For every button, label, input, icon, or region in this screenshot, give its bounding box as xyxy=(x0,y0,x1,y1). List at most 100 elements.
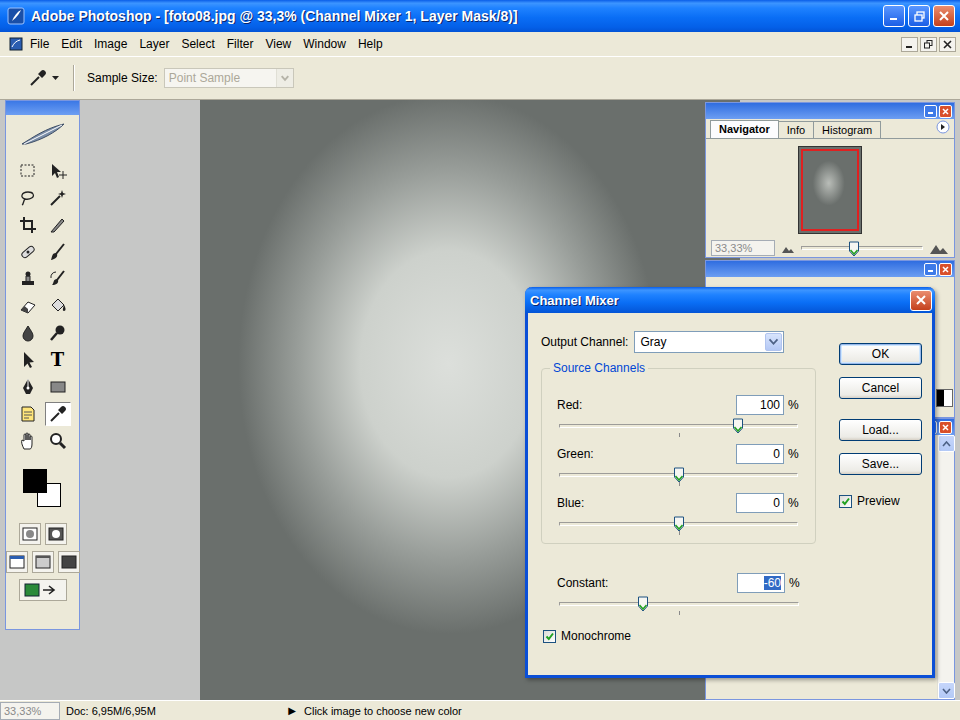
dialog-button[interactable]: Cancel xyxy=(839,377,922,399)
eraser-tool[interactable] xyxy=(15,294,41,318)
restore-button[interactable] xyxy=(908,5,930,27)
channel-value[interactable]: 100 xyxy=(760,398,780,412)
menu-item[interactable]: File xyxy=(24,35,55,53)
zoom-out-icon[interactable] xyxy=(781,242,795,254)
color-swatch[interactable] xyxy=(936,389,953,407)
path-selection-tool[interactable] xyxy=(15,348,41,372)
minimize-button[interactable] xyxy=(883,5,905,27)
palette-close-button[interactable] xyxy=(939,263,952,276)
full-screen-menu-button[interactable] xyxy=(32,551,54,573)
doc-restore-button[interactable] xyxy=(920,37,937,52)
zoom-tool[interactable] xyxy=(45,429,71,453)
type-tool[interactable]: T xyxy=(45,348,71,372)
menu-item[interactable]: Filter xyxy=(221,35,260,53)
preview-option[interactable]: Preview xyxy=(839,494,922,508)
brush-tool[interactable] xyxy=(45,240,71,264)
marquee-tool[interactable] xyxy=(15,159,41,183)
dialog-button[interactable]: Save... xyxy=(839,453,922,475)
palette-menu-icon[interactable] xyxy=(936,120,950,134)
menu-item[interactable]: Layer xyxy=(133,35,175,53)
standard-mode-button[interactable] xyxy=(19,523,41,545)
monochrome-option[interactable]: Monochrome xyxy=(543,629,816,643)
constant-slider[interactable] xyxy=(557,593,801,615)
monochrome-label[interactable]: Monochrome xyxy=(561,629,631,643)
doc-close-button[interactable] xyxy=(939,37,956,52)
menu-item[interactable]: Help xyxy=(352,35,389,53)
scroll-down-button[interactable] xyxy=(938,682,955,699)
palette-close-button[interactable] xyxy=(939,421,952,434)
hand-tool[interactable] xyxy=(15,429,41,453)
zoom-slider[interactable] xyxy=(801,241,923,255)
slider-thumb-icon[interactable] xyxy=(673,467,684,483)
palette-minimize-button[interactable] xyxy=(924,263,937,276)
navigator-thumbnail[interactable] xyxy=(798,146,862,234)
doc-minimize-button[interactable] xyxy=(901,37,918,52)
crop-tool[interactable] xyxy=(15,213,41,237)
move-tool[interactable] xyxy=(45,159,71,183)
close-button[interactable] xyxy=(933,5,955,27)
foreground-color-swatch[interactable] xyxy=(23,469,47,493)
dodge-tool[interactable] xyxy=(45,321,71,345)
channel-input[interactable]: 0 xyxy=(736,444,784,464)
output-channel-select[interactable]: Gray xyxy=(634,331,784,353)
dialog-close-button[interactable] xyxy=(910,290,932,311)
dialog-button[interactable]: Load... xyxy=(839,419,922,441)
zoom-slider-thumb-icon[interactable] xyxy=(848,241,859,257)
slider-thumb-icon[interactable] xyxy=(732,418,743,434)
channel-value[interactable]: 0 xyxy=(773,447,780,461)
slider-thumb-icon[interactable] xyxy=(673,516,684,532)
tool-preset-picker[interactable] xyxy=(26,66,61,90)
constant-value[interactable]: -60 xyxy=(764,576,781,590)
eyedropper-tool[interactable] xyxy=(45,402,71,426)
menu-item[interactable]: Select xyxy=(175,35,220,53)
adobe-logo[interactable] xyxy=(13,117,73,153)
lasso-icon xyxy=(18,188,38,208)
paint-bucket-tool[interactable] xyxy=(45,294,71,318)
channel-slider[interactable] xyxy=(557,513,800,535)
palette-minimize-button[interactable] xyxy=(924,105,937,118)
rectangle-tool[interactable] xyxy=(45,375,71,399)
quick-mask-button[interactable] xyxy=(45,523,67,545)
palette-tab[interactable]: Info xyxy=(778,121,814,138)
zoom-field[interactable]: 33,33% xyxy=(711,240,775,256)
lasso-tool[interactable] xyxy=(15,186,41,210)
channel-input[interactable]: 0 xyxy=(736,493,784,513)
hand-icon xyxy=(18,431,38,451)
view-box[interactable] xyxy=(801,149,859,231)
notes-tool[interactable] xyxy=(15,402,41,426)
sample-size-select[interactable]: Point Sample xyxy=(164,68,294,88)
magic-wand-tool[interactable] xyxy=(45,186,71,210)
healing-brush-tool[interactable] xyxy=(15,240,41,264)
full-screen-button[interactable] xyxy=(58,551,80,573)
channel-slider[interactable] xyxy=(557,464,800,486)
status-menu-arrow[interactable]: ▶ xyxy=(282,705,302,716)
menu-item[interactable]: View xyxy=(259,35,297,53)
slice-tool[interactable] xyxy=(45,213,71,237)
history-brush-tool[interactable] xyxy=(45,267,71,291)
channel-value[interactable]: 0 xyxy=(773,496,780,510)
dropdown-arrow-icon[interactable] xyxy=(765,333,782,351)
dialog-button[interactable]: OK xyxy=(839,343,922,365)
zoom-field[interactable]: 33,33% xyxy=(0,702,60,720)
monochrome-checkbox[interactable] xyxy=(543,630,556,643)
zoom-in-icon[interactable] xyxy=(929,241,949,255)
scrollbar[interactable] xyxy=(937,435,954,699)
palette-tab[interactable]: Navigator xyxy=(710,120,779,138)
palette-tab[interactable]: Histogram xyxy=(813,121,881,138)
preview-label[interactable]: Preview xyxy=(857,494,900,508)
blur-tool[interactable] xyxy=(15,321,41,345)
menu-item[interactable]: Edit xyxy=(55,35,88,53)
menu-item[interactable]: Window xyxy=(297,35,352,53)
constant-input[interactable]: -60 xyxy=(737,573,785,593)
menu-item[interactable]: Image xyxy=(88,35,133,53)
pen-tool[interactable] xyxy=(15,375,41,399)
slider-thumb-icon[interactable] xyxy=(638,596,649,612)
palette-close-button[interactable] xyxy=(939,105,952,118)
preview-checkbox[interactable] xyxy=(839,495,852,508)
scroll-up-button[interactable] xyxy=(938,435,955,452)
channel-slider[interactable] xyxy=(557,415,800,437)
jump-to-imageready-button[interactable] xyxy=(19,579,67,601)
standard-screen-button[interactable] xyxy=(6,551,28,573)
clone-stamp-tool[interactable] xyxy=(15,267,41,291)
channel-input[interactable]: 100 xyxy=(736,395,784,415)
